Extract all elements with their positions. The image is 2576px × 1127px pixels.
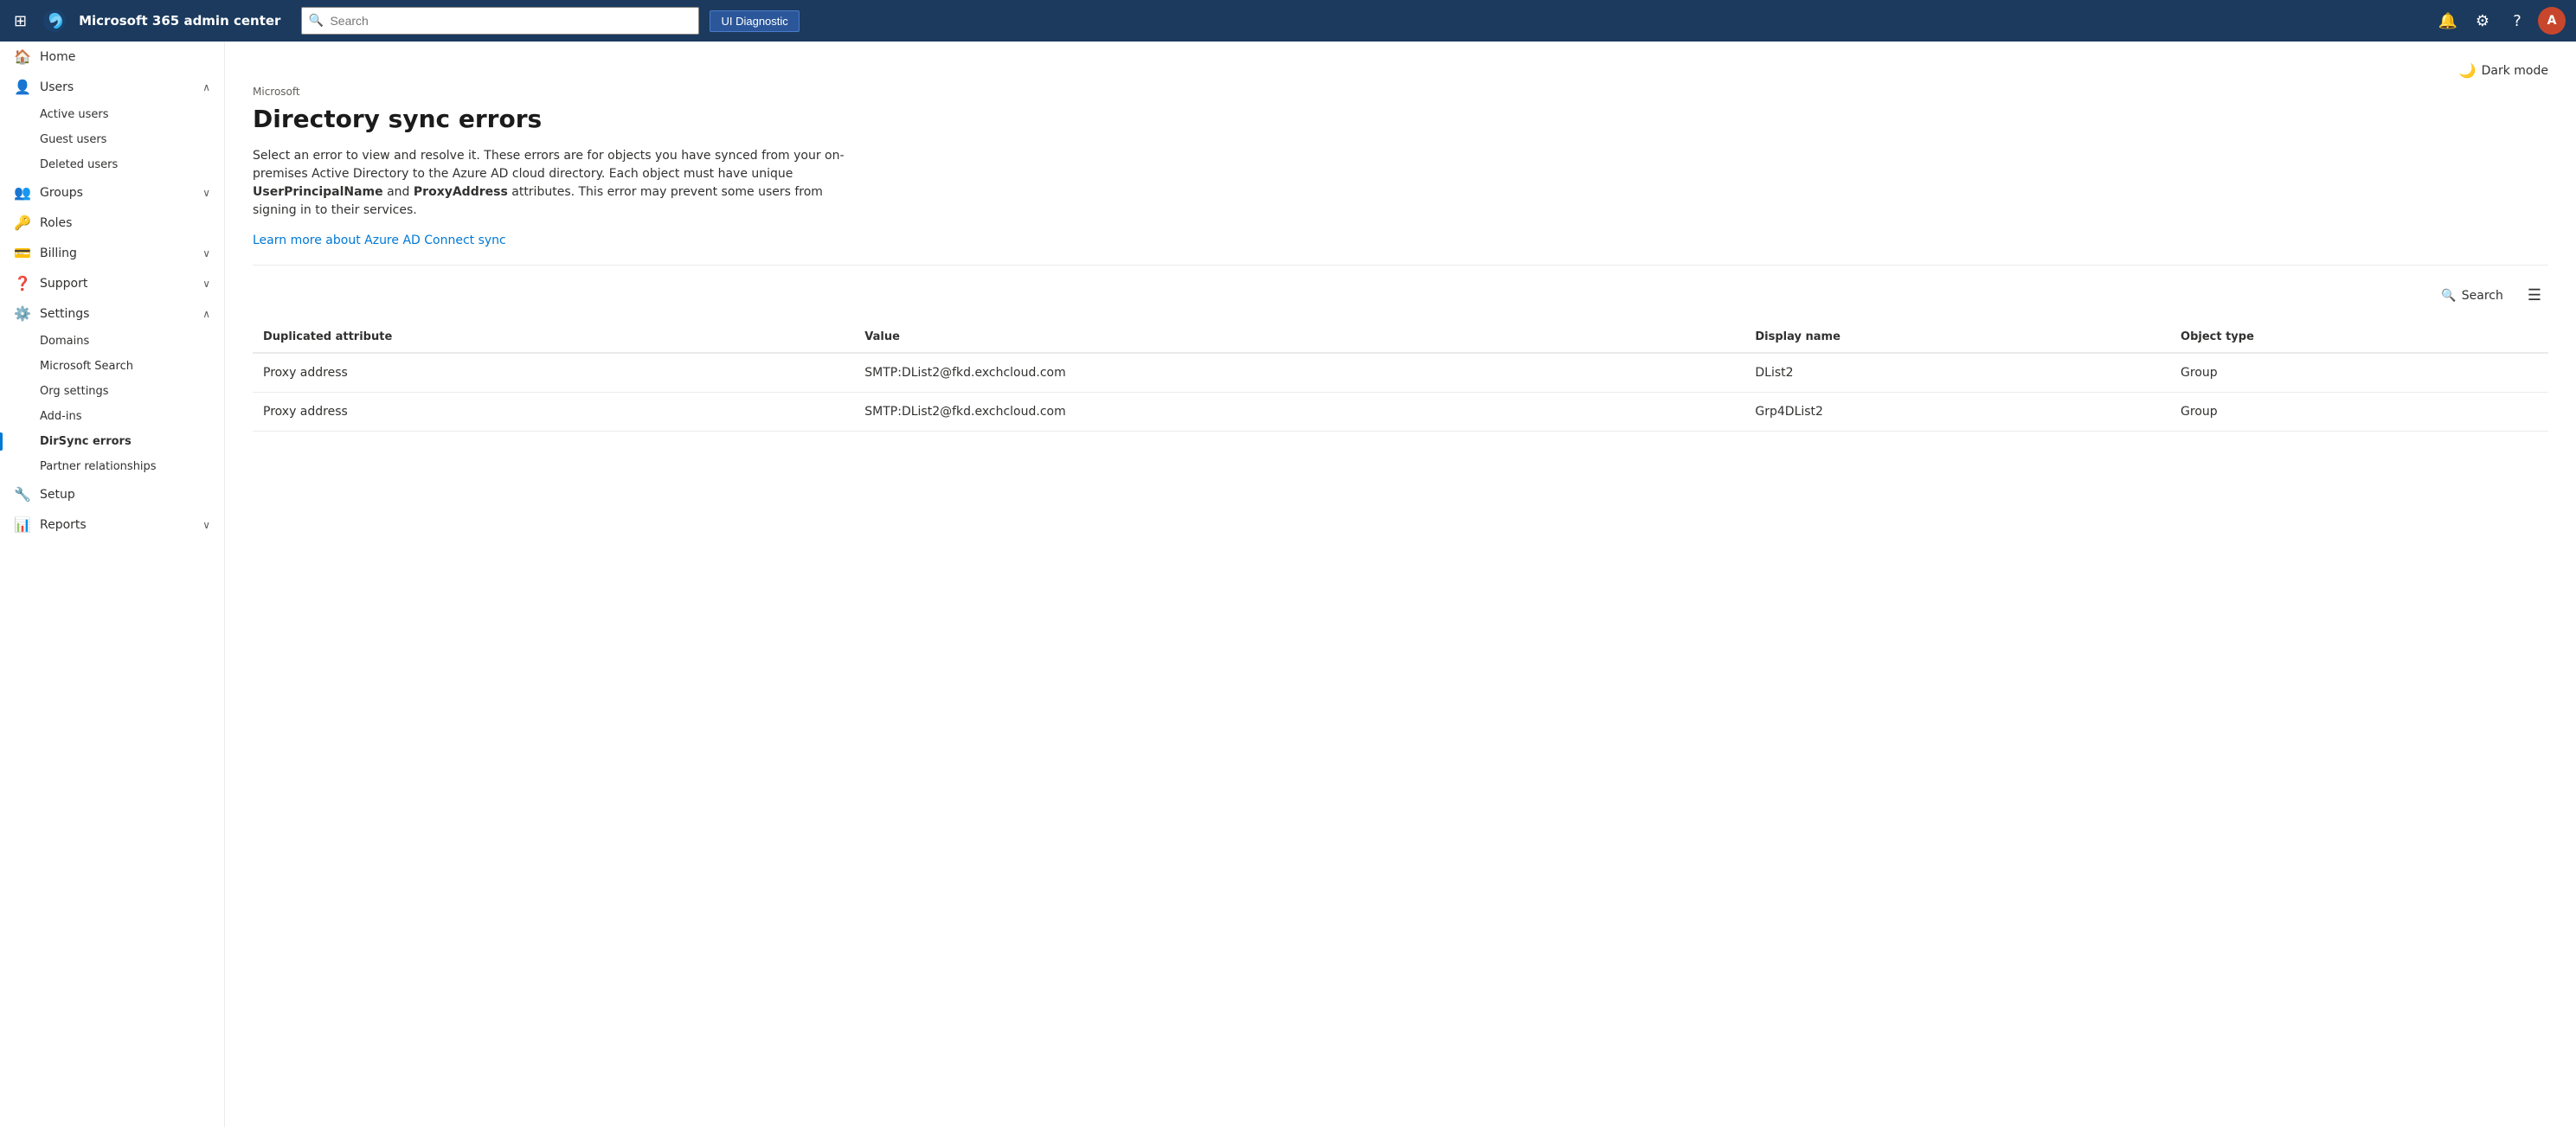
settings-sidebar-icon: ⚙️ — [14, 305, 31, 322]
sidebar-sub-org-settings[interactable]: Org settings — [0, 379, 224, 404]
notifications-button[interactable]: 🔔 — [2434, 7, 2462, 35]
topbar: ⊞ Microsoft 365 admin center 🔍 UI Diagno… — [0, 0, 2576, 42]
groups-icon: 👥 — [14, 184, 31, 201]
topbar-search-area[interactable]: 🔍 — [301, 7, 699, 35]
cell-object-type: Group — [2170, 353, 2548, 393]
sidebar-item-setup[interactable]: 🔧 Setup — [0, 479, 224, 509]
reports-chevron-icon: ∨ — [202, 519, 210, 531]
sidebar-label-billing: Billing — [40, 247, 194, 260]
table-filter-button[interactable]: ☰ — [2521, 283, 2548, 308]
table-header-row: Duplicated attribute Value Display name … — [253, 322, 2548, 353]
sidebar-sub-partner-relationships[interactable]: Partner relationships — [0, 454, 224, 479]
settings-chevron-icon: ∧ — [202, 308, 210, 320]
cell-display-name: DList2 — [1744, 353, 2170, 393]
description-bold-proxy: ProxyAddress — [414, 185, 508, 199]
dark-mode-toggle[interactable]: 🌙 Dark mode — [2459, 62, 2548, 79]
cell-duplicated-attribute: Proxy address — [253, 353, 854, 393]
filter-icon: ☰ — [2528, 286, 2541, 304]
cell-duplicated-attribute: Proxy address — [253, 393, 854, 432]
app-logo — [41, 7, 68, 35]
description-bold-upn: UserPrincipalName — [253, 185, 383, 199]
sidebar-sub-guest-users[interactable]: Guest users — [0, 127, 224, 152]
errors-table: Duplicated attribute Value Display name … — [253, 322, 2548, 432]
waffle-menu-button[interactable]: ⊞ — [10, 9, 30, 34]
app-title: Microsoft 365 admin center — [79, 13, 280, 29]
col-header-duplicated-attribute: Duplicated attribute — [253, 322, 854, 353]
table-row[interactable]: Proxy addressSMTP:DList2@fkd.exchcloud.c… — [253, 393, 2548, 432]
sidebar-sub-active-users[interactable]: Active users — [0, 102, 224, 127]
breadcrumb: Microsoft — [253, 86, 2548, 98]
sidebar-item-groups[interactable]: 👥 Groups ∨ — [0, 177, 224, 208]
sidebar-sub-dirsync-errors[interactable]: DirSync errors — [0, 429, 224, 454]
sidebar: 🏠 Home 👤 Users ∧ Active users Guest user… — [0, 42, 225, 1127]
users-chevron-icon: ∧ — [202, 81, 210, 93]
description-text-1: Select an error to view and resolve it. … — [253, 149, 845, 181]
cell-value: SMTP:DList2@fkd.exchcloud.com — [854, 353, 1744, 393]
sidebar-sub-domains[interactable]: Domains — [0, 329, 224, 354]
cell-value: SMTP:DList2@fkd.exchcloud.com — [854, 393, 1744, 432]
sidebar-label-roles: Roles — [40, 216, 210, 230]
table-search-icon: 🔍 — [2441, 289, 2456, 303]
settings-button[interactable]: ⚙ — [2469, 7, 2496, 35]
support-icon: ❓ — [14, 275, 31, 291]
support-chevron-icon: ∨ — [202, 278, 210, 290]
table-search-label: Search — [2462, 289, 2503, 303]
col-header-value: Value — [854, 322, 1744, 353]
sidebar-item-billing[interactable]: 💳 Billing ∨ — [0, 238, 224, 268]
page-title: Directory sync errors — [253, 105, 2548, 133]
search-icon: 🔍 — [308, 14, 323, 28]
setup-icon: 🔧 — [14, 486, 31, 503]
sidebar-label-support: Support — [40, 277, 194, 291]
cell-display-name: Grp4DList2 — [1744, 393, 2170, 432]
sidebar-label-settings: Settings — [40, 307, 194, 321]
billing-icon: 💳 — [14, 245, 31, 261]
sidebar-sub-add-ins[interactable]: Add-ins — [0, 404, 224, 429]
top-right-area: 🌙 Dark mode — [253, 62, 2548, 79]
sidebar-item-reports[interactable]: 📊 Reports ∨ — [0, 509, 224, 540]
col-header-object-type: Object type — [2170, 322, 2548, 353]
page-description: Select an error to view and resolve it. … — [253, 147, 858, 220]
table-search-button[interactable]: 🔍 Search — [2434, 285, 2510, 306]
sidebar-sub-microsoft-search[interactable]: Microsoft Search — [0, 354, 224, 379]
toolbar: 🔍 Search ☰ — [253, 283, 2548, 308]
sidebar-label-home: Home — [40, 50, 210, 64]
reports-icon: 📊 — [14, 516, 31, 533]
sidebar-item-settings[interactable]: ⚙️ Settings ∧ — [0, 298, 224, 329]
learn-more-link[interactable]: Learn more about Azure AD Connect sync — [253, 234, 506, 247]
dark-mode-label: Dark mode — [2482, 64, 2548, 78]
roles-icon: 🔑 — [14, 215, 31, 231]
topbar-icons: 🔔 ⚙ ? A — [2434, 7, 2566, 35]
groups-chevron-icon: ∨ — [202, 187, 210, 199]
billing-chevron-icon: ∨ — [202, 247, 210, 259]
sidebar-item-home[interactable]: 🏠 Home — [0, 42, 224, 72]
section-divider — [253, 265, 2548, 266]
users-icon: 👤 — [14, 79, 31, 95]
avatar[interactable]: A — [2538, 7, 2566, 35]
col-header-display-name: Display name — [1744, 322, 2170, 353]
layout: 🏠 Home 👤 Users ∧ Active users Guest user… — [0, 42, 2576, 1127]
sidebar-label-groups: Groups — [40, 186, 194, 200]
ui-diagnostic-button[interactable]: UI Diagnostic — [710, 10, 799, 32]
table-row[interactable]: Proxy addressSMTP:DList2@fkd.exchcloud.c… — [253, 353, 2548, 393]
sidebar-item-support[interactable]: ❓ Support ∨ — [0, 268, 224, 298]
help-button[interactable]: ? — [2503, 7, 2531, 35]
description-and: and — [383, 185, 414, 199]
sidebar-label-setup: Setup — [40, 488, 210, 502]
sidebar-sub-deleted-users[interactable]: Deleted users — [0, 152, 224, 177]
sidebar-label-users: Users — [40, 80, 194, 94]
dark-mode-icon: 🌙 — [2459, 62, 2476, 79]
sidebar-label-reports: Reports — [40, 518, 194, 532]
home-icon: 🏠 — [14, 48, 31, 65]
cell-object-type: Group — [2170, 393, 2548, 432]
main-content: 🌙 Dark mode Microsoft Directory sync err… — [225, 42, 2576, 1127]
search-input[interactable] — [301, 7, 699, 35]
sidebar-item-roles[interactable]: 🔑 Roles — [0, 208, 224, 238]
sidebar-item-users[interactable]: 👤 Users ∧ — [0, 72, 224, 102]
